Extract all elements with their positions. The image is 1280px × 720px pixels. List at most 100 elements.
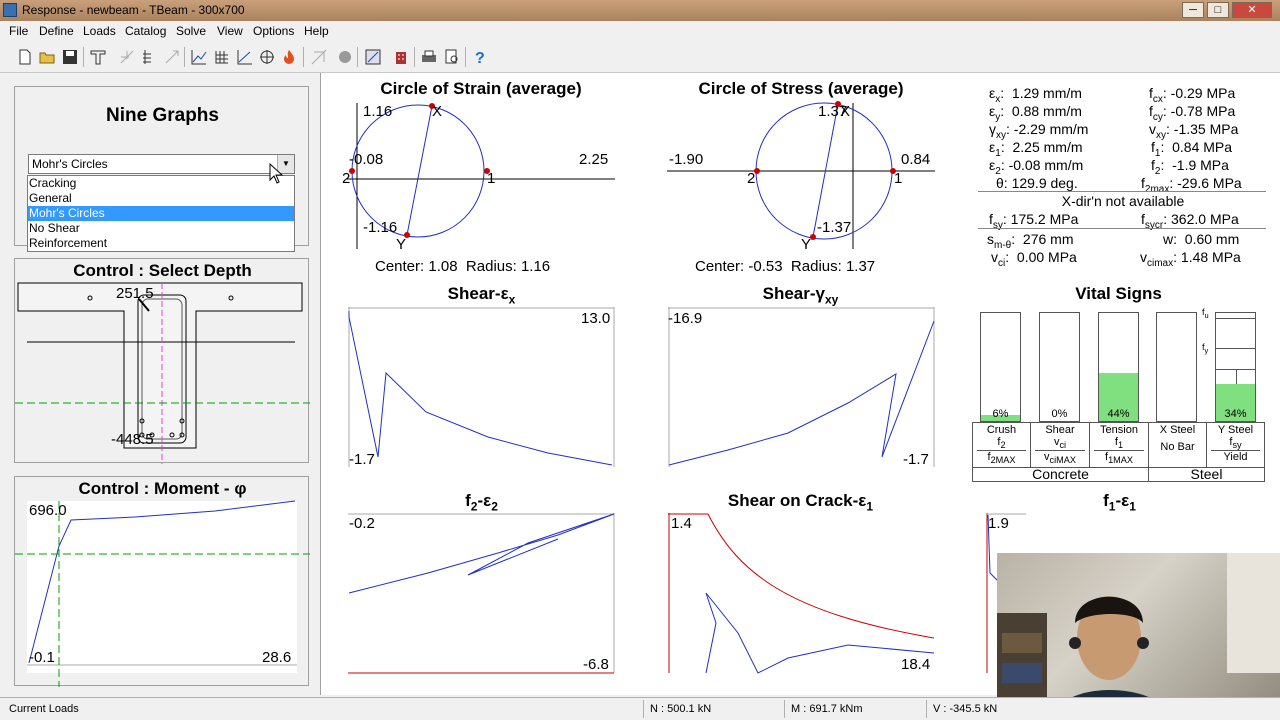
shear-crack-bottom-right: 18.4 xyxy=(901,656,931,673)
menu-options[interactable]: Options xyxy=(253,24,294,38)
y-steel-gauge: 34% xyxy=(1215,312,1256,422)
option-reinforcement[interactable]: Reinforcement xyxy=(28,236,294,251)
grid-chart-icon[interactable] xyxy=(213,48,231,66)
x-dir-note: X-dir'n not available xyxy=(1061,193,1185,209)
new-file-icon[interactable] xyxy=(16,48,34,66)
shear-percent: 0% xyxy=(1051,408,1068,420)
crush-percent: 6% xyxy=(992,408,1009,420)
stress-bottom: -1.37 xyxy=(817,219,852,236)
y-steel-cell: Y Steel fsy Yield xyxy=(1207,423,1264,467)
result-ex: εx: 1.29 mm/m xyxy=(989,85,1082,105)
analysis-disabled-icon xyxy=(310,48,328,66)
f2-e2-plot[interactable] xyxy=(348,513,615,675)
moment-x-right: 28.6 xyxy=(262,649,292,666)
result-ey: εy: 0.88 mm/m xyxy=(989,103,1082,123)
combo-value: Mohr's Circles xyxy=(32,157,108,171)
result-vxy: vxy: -1.35 MPa xyxy=(1149,121,1239,141)
result-theta: θ: 129.9 deg. xyxy=(996,175,1078,191)
shear-ex-plot[interactable] xyxy=(348,307,615,469)
tension-percent: 44% xyxy=(1107,408,1130,420)
result-vcimax: vcimax: 1.48 MPa xyxy=(1140,249,1241,269)
result-sm: sm-θ: 276 mm xyxy=(987,231,1074,251)
select-depth-panel: Control : Select Depth 251.5 -448.5 xyxy=(14,258,310,464)
stress-pt-x: X xyxy=(840,103,851,120)
stress-pt-y: Y xyxy=(801,236,812,253)
building-icon[interactable] xyxy=(392,48,410,66)
angle-chart-icon[interactable] xyxy=(236,48,254,66)
toolbar: ? xyxy=(0,41,1280,73)
presenter-video xyxy=(997,553,1280,720)
window-title: Response - newbeam - TBeam - 300x700 xyxy=(22,3,245,17)
concrete-label: Concrete xyxy=(973,467,1149,482)
shear-crack-top-left: 1.4 xyxy=(671,515,692,532)
menu-catalog[interactable]: Catalog xyxy=(125,24,166,38)
result-f1: f1: 0.84 MPa xyxy=(1151,139,1233,159)
results-panel: εx: 1.29 mm/m εy: 0.88 mm/m γxy: -2.29 m… xyxy=(973,83,1273,269)
shear-ex-bottom-left: -1.7 xyxy=(349,451,375,468)
close-button[interactable]: ✕ xyxy=(1232,2,1272,18)
shear-gxy-top-left: -16.9 xyxy=(668,310,703,327)
crush-cell: Crush f2 f2MAX xyxy=(973,423,1031,467)
webcam-overlay xyxy=(997,553,1280,720)
f2-e2-bottom-right: -6.8 xyxy=(583,656,609,673)
maximize-button[interactable]: □ xyxy=(1207,2,1229,18)
help-icon[interactable]: ? xyxy=(471,48,489,67)
strain-pt-x: X xyxy=(432,103,443,120)
print-icon[interactable] xyxy=(420,48,438,66)
strain-center-radius: Center: 1.08 Radius: 1.16 xyxy=(375,258,551,275)
load-arrow-icon xyxy=(163,48,181,66)
option-mohrs-circles[interactable]: Mohr's Circles xyxy=(28,206,294,221)
result-e1: ε1: 2.25 mm/m xyxy=(989,139,1083,159)
grid-disabled-icon xyxy=(118,48,136,66)
shear-ex-title: Shear-εx xyxy=(447,284,516,307)
status-shear: V : -345.5 kN xyxy=(933,703,998,715)
menu-file[interactable]: File xyxy=(9,24,28,38)
graph-type-dropdown: Cracking General Mohr's Circles No Shear… xyxy=(27,175,295,252)
save-icon[interactable] xyxy=(61,48,79,66)
menu-help[interactable]: Help xyxy=(304,24,329,38)
option-cracking[interactable]: Cracking xyxy=(28,176,294,191)
strain-mohr-circle[interactable] xyxy=(341,99,621,269)
x-steel-gauge xyxy=(1156,312,1197,422)
menu-loads[interactable]: Loads xyxy=(83,24,116,38)
app-icon xyxy=(3,3,17,17)
print-preview-icon[interactable] xyxy=(443,48,461,66)
shear-on-crack-plot[interactable] xyxy=(668,513,935,675)
reinforcement-icon[interactable] xyxy=(140,48,158,66)
menu-bar: File Define Loads Catalog Solve View Opt… xyxy=(0,21,1280,41)
strain-top: 1.16 xyxy=(363,103,393,120)
minimize-button[interactable]: ─ xyxy=(1182,2,1204,18)
moment-y-top: 696.0 xyxy=(29,502,67,519)
tbeam-section-diagram[interactable] xyxy=(15,259,310,464)
f2-e2-top-left: -0.2 xyxy=(349,515,375,532)
status-current-loads: Current Loads xyxy=(9,703,79,715)
mohr-circle-icon[interactable] xyxy=(258,48,276,66)
fire-icon[interactable] xyxy=(280,48,298,66)
strain-bottom: -1.16 xyxy=(363,219,398,236)
shear-gxy-plot[interactable] xyxy=(668,307,935,469)
graph-type-combo[interactable]: Mohr's Circles ▼ xyxy=(28,154,295,174)
depth-top-value: 251.5 xyxy=(116,285,154,302)
option-general[interactable]: General xyxy=(28,191,294,206)
depth-bottom-value: -448.5 xyxy=(111,431,154,448)
result-gxy: γxy: -2.29 mm/m xyxy=(989,121,1089,141)
menu-solve[interactable]: Solve xyxy=(176,24,206,38)
menu-define[interactable]: Define xyxy=(39,24,74,38)
status-moment: M : 691.7 kNm xyxy=(791,703,863,715)
open-folder-icon[interactable] xyxy=(38,48,56,66)
option-no-shear[interactable]: No Shear xyxy=(28,221,294,236)
vital-signs-table: Crush f2 f2MAX Shear vci vciMAX Tension … xyxy=(972,422,1265,482)
result-vci: vci: 0.00 MPa xyxy=(991,249,1077,269)
strain-pt-y: Y xyxy=(396,236,407,253)
solve-icon[interactable] xyxy=(364,48,382,66)
chart-icon[interactable] xyxy=(190,48,208,66)
fu-label: fu xyxy=(1202,307,1209,320)
stress-center-radius: Center: -0.53 Radius: 1.37 xyxy=(695,258,876,275)
menu-view[interactable]: View xyxy=(217,24,243,38)
tension-gauge: 44% xyxy=(1098,312,1139,422)
f1-e1-title: f1-ε1 xyxy=(1103,491,1136,514)
result-fcy: fcy: -0.78 MPa xyxy=(1149,103,1236,123)
x-steel-cell: X Steel No Bar xyxy=(1149,423,1207,467)
shear-ex-top-right: 13.0 xyxy=(581,310,611,327)
section-icon[interactable] xyxy=(89,48,107,66)
